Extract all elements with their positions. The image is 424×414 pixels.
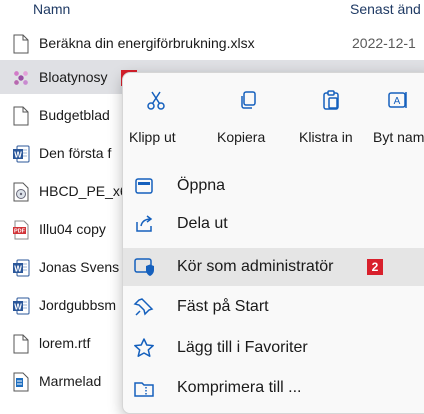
menu-item-label: Komprimera till ...: [177, 379, 302, 396]
svg-text:W: W: [14, 303, 22, 312]
rename-button[interactable]: A Byt nam: [369, 73, 424, 157]
quick-action-label: Kopiera: [217, 129, 266, 145]
context-menu: Klipp ut Kopiera Klistra in A Byt nam Öppna D…: [122, 72, 424, 414]
svg-text:W: W: [14, 265, 22, 274]
document-icon: [12, 106, 30, 126]
quick-action-label: Klipp ut: [129, 129, 176, 145]
menu-item-label: Dela ut: [177, 215, 228, 232]
menu-item-label: Lägg till i Favoriter: [177, 339, 308, 356]
file-name: lorem.rtf: [39, 335, 91, 351]
add-to-favorites-menu-item[interactable]: Lägg till i Favoriter: [123, 329, 424, 367]
document-icon: [12, 334, 30, 354]
menu-item-label: Kör som administratör: [177, 258, 334, 275]
disc-image-icon: [12, 182, 30, 202]
share-menu-item[interactable]: Dela ut: [123, 205, 424, 243]
quick-action-label: Byt nam: [373, 129, 424, 145]
open-menu-item[interactable]: Öppna: [123, 167, 424, 205]
file-name: HBCD_PE_x6: [39, 183, 128, 199]
svg-text:W: W: [14, 151, 22, 160]
quick-action-label: Klistra in: [299, 129, 353, 145]
document-icon: [12, 34, 30, 54]
paste-button[interactable]: Klistra in: [291, 73, 371, 157]
word-icon: W: [12, 144, 30, 164]
file-row[interactable]: Beräkna din energiförbrukning.xlsx 2022-1…: [0, 26, 424, 60]
column-header-bar: Namn Senast änd: [0, 0, 424, 28]
word-icon: W: [12, 258, 30, 278]
menu-item-label: Fäst på Start: [177, 298, 269, 315]
file-name: Beräkna din energiförbrukning.xlsx: [39, 35, 255, 51]
pdf-icon: PDF: [12, 220, 30, 240]
file-name: Jonas Svens: [39, 259, 120, 275]
step-badge: 2: [367, 259, 383, 275]
app-icon: [12, 68, 30, 88]
file-name: Budgetblad: [39, 107, 110, 123]
file-name: Jordgubbsm: [39, 297, 117, 313]
file-name: Den första f: [39, 145, 112, 161]
compress-menu-item[interactable]: Komprimera till ...: [123, 369, 424, 407]
column-header-modified[interactable]: Senast änd: [350, 1, 421, 17]
file-name: Illu04 copy: [39, 221, 106, 237]
file-name: Marmelad: [39, 373, 102, 389]
svg-text:PDF: PDF: [14, 229, 26, 235]
word-icon: W: [12, 296, 30, 316]
cut-button[interactable]: Klipp ut: [123, 73, 203, 157]
run-as-admin-menu-item[interactable]: Kör som administratör 2: [123, 248, 424, 286]
text-file-icon: [12, 372, 30, 392]
pin-to-start-menu-item[interactable]: Fäst på Start: [123, 288, 424, 326]
svg-text:A: A: [394, 96, 401, 107]
column-header-name[interactable]: Namn: [33, 1, 70, 17]
file-date: 2022-12-1: [352, 35, 416, 51]
menu-item-label: Öppna: [177, 177, 226, 194]
file-name: Bloatynosy: [39, 69, 108, 85]
copy-button[interactable]: Kopiera: [205, 73, 285, 157]
